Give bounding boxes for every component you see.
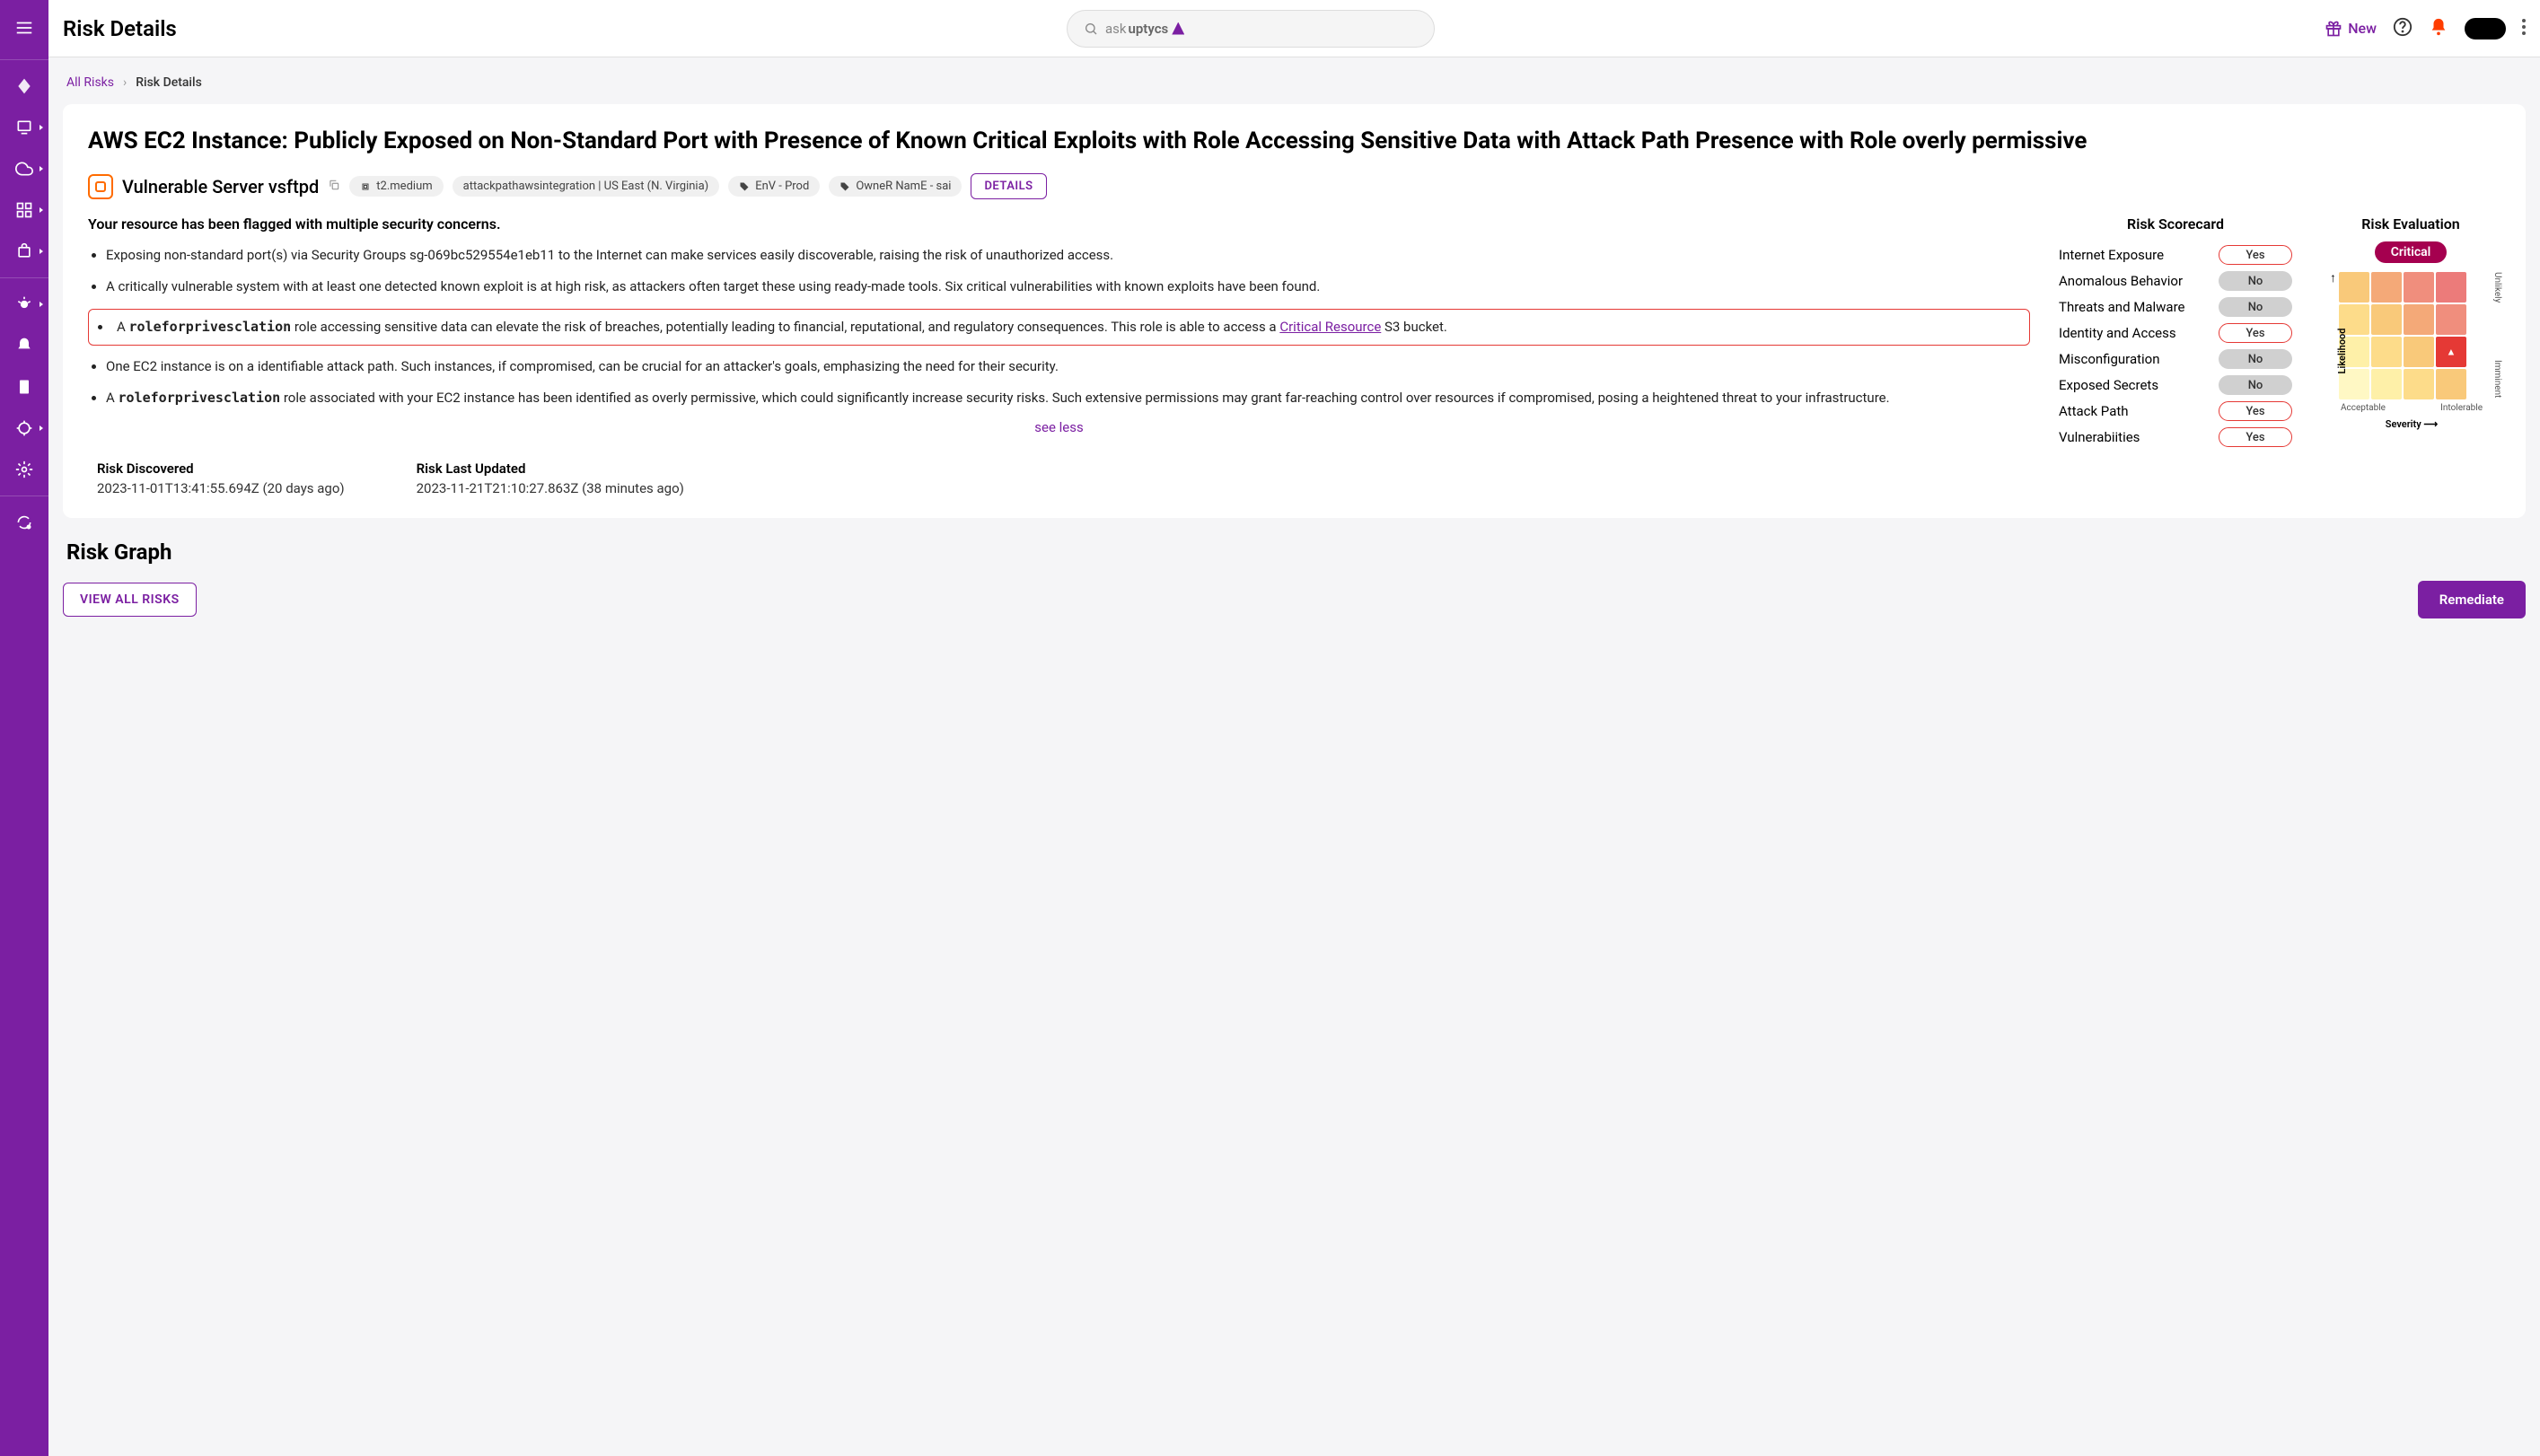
risk-evaluation: Risk Evaluation Critical Likelihood ↑ Un… [2321,215,2500,496]
risk-description: Your resource has been flagged with mult… [88,215,2030,496]
page-title: Risk Details [63,16,177,41]
risk-discovered: Risk Discovered 2023-11-01T13:41:55.694Z… [97,460,345,496]
score-row: Exposed SecretsNo [2059,375,2292,395]
nav-apps[interactable] [0,191,48,229]
nav-settings[interactable] [0,451,48,488]
critical-resource-link[interactable]: Critical Resource [1279,319,1381,335]
score-row: Identity and AccessYes [2059,323,2292,343]
notifications-button[interactable] [2429,17,2448,40]
search-icon [1084,22,1098,36]
score-pill: Yes [2219,401,2292,421]
bullet-2: A critically vulnerable system with at l… [106,276,2030,297]
score-row: Attack PathYes [2059,401,2292,421]
risk-graph-title: Risk Graph [66,539,2526,565]
cpu-icon [360,181,371,192]
search-input[interactable]: ask uptycs [1067,10,1435,48]
score-pill: Yes [2219,427,2292,447]
remediate-button[interactable]: Remediate [2418,581,2526,618]
bullet-3-highlighted: A roleforprivesclation role accessing se… [88,309,2030,346]
bullet-5: A roleforprivesclation role associated w… [106,388,2030,408]
score-pill: No [2219,349,2292,369]
score-pill: No [2219,271,2292,291]
score-row: VulnerabiitiesYes [2059,427,2292,447]
risk-title: AWS EC2 Instance: Publicly Exposed on No… [88,126,2500,157]
nav-sync[interactable] [0,504,48,541]
copy-button[interactable] [328,178,340,195]
profile-menu[interactable] [2465,18,2506,39]
nav-bugs[interactable] [0,285,48,323]
score-pill: No [2219,297,2292,317]
details-button[interactable]: DETAILS [971,173,1046,199]
resource-icon [88,174,113,199]
bullet-4: One EC2 instance is on a identifiable at… [106,356,2030,377]
uptycs-logo-icon [1172,22,1184,35]
risk-updated: Risk Last Updated 2023-11-21T21:10:27.86… [417,460,684,496]
tag-owner-chip: OwneR NamE - sai [829,176,962,197]
account-region-chip: attackpathawsintegration | US East (N. V… [453,176,720,197]
nav-reports[interactable] [0,368,48,406]
critical-badge: Critical [2375,241,2448,263]
more-menu[interactable] [2522,19,2526,39]
score-row: Threats and MalwareNo [2059,297,2292,317]
nav-packages[interactable] [0,232,48,270]
tag-env-chip: EnV - Prod [728,176,820,197]
score-row: Internet ExposureYes [2059,245,2292,265]
risk-card: AWS EC2 Instance: Publicly Exposed on No… [63,104,2526,518]
hamburger-menu[interactable] [4,7,45,52]
new-badge[interactable]: New [2325,20,2377,38]
nav-cloud[interactable] [0,150,48,188]
score-pill: Yes [2219,323,2292,343]
sidebar [0,0,48,1456]
flag-heading: Your resource has been flagged with mult… [88,215,2030,232]
breadcrumb-current: Risk Details [136,75,202,90]
tag-icon [739,181,750,192]
risk-scorecard: Risk Scorecard Internet ExposureYesAnoma… [2059,215,2292,496]
resource-name: Vulnerable Server vsftpd [122,176,319,197]
nav-target[interactable] [0,409,48,447]
nav-logo[interactable] [0,67,48,105]
help-button[interactable] [2393,17,2413,40]
bullet-1: Exposing non-standard port(s) via Securi… [106,245,2030,266]
view-all-risks-button[interactable]: VIEW ALL RISKS [63,583,197,617]
nav-alerts[interactable] [0,327,48,364]
breadcrumb-parent[interactable]: All Risks [66,75,114,90]
score-pill: No [2219,375,2292,395]
score-pill: Yes [2219,245,2292,265]
gift-icon [2325,20,2342,38]
instance-type-chip: t2.medium [349,176,443,197]
breadcrumb: All Risks › Risk Details [63,75,2526,90]
risk-heatmap [2339,272,2484,399]
header: Risk Details ask uptycs New [48,0,2540,57]
tag-icon [839,181,850,192]
score-row: MisconfigurationNo [2059,349,2292,369]
score-row: Anomalous BehaviorNo [2059,271,2292,291]
see-less-toggle[interactable]: see less [88,419,2030,435]
nav-workloads[interactable] [0,109,48,146]
